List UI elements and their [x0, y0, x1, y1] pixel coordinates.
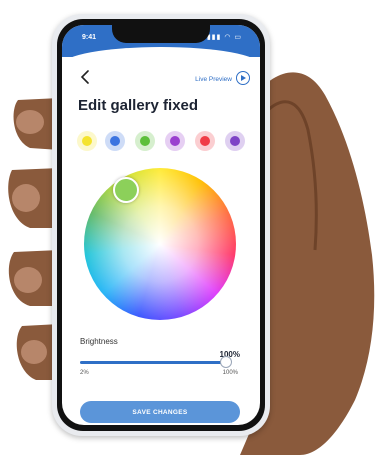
swatch-violet[interactable]	[225, 131, 245, 151]
save-changes-button[interactable]: SAVE CHANGES	[80, 401, 240, 423]
brightness-min-label: 2%	[80, 370, 89, 376]
swatch-yellow[interactable]	[77, 131, 97, 151]
phone-notch	[112, 25, 210, 43]
live-preview-link[interactable]: Live Preview	[195, 76, 232, 83]
brightness-slider-fill	[80, 361, 226, 364]
app-screen: 9:41 ▮▮▮ ◠ ▭ Live Preview Edit gallery f…	[62, 25, 260, 425]
color-wheel-handle[interactable]	[113, 177, 139, 203]
color-swatches	[77, 131, 252, 151]
brightness-slider[interactable]	[80, 356, 232, 368]
play-icon[interactable]	[236, 71, 250, 85]
back-chevron-icon[interactable]	[80, 70, 90, 84]
page-title: Edit gallery fixed	[78, 97, 199, 114]
brightness-label: Brightness	[80, 337, 118, 346]
swatch-purple[interactable]	[165, 131, 185, 151]
color-wheel[interactable]	[84, 168, 236, 320]
status-icons: ▮▮▮ ◠ ▭	[206, 34, 242, 41]
phone-frame: 9:41 ▮▮▮ ◠ ▭ Live Preview Edit gallery f…	[52, 14, 270, 436]
swatch-red[interactable]	[195, 131, 215, 151]
swatch-blue[interactable]	[105, 131, 125, 151]
brightness-max-label: 100%	[222, 370, 238, 376]
brightness-slider-thumb[interactable]	[219, 356, 232, 368]
swatch-green[interactable]	[135, 131, 155, 151]
status-time: 9:41	[82, 34, 97, 41]
